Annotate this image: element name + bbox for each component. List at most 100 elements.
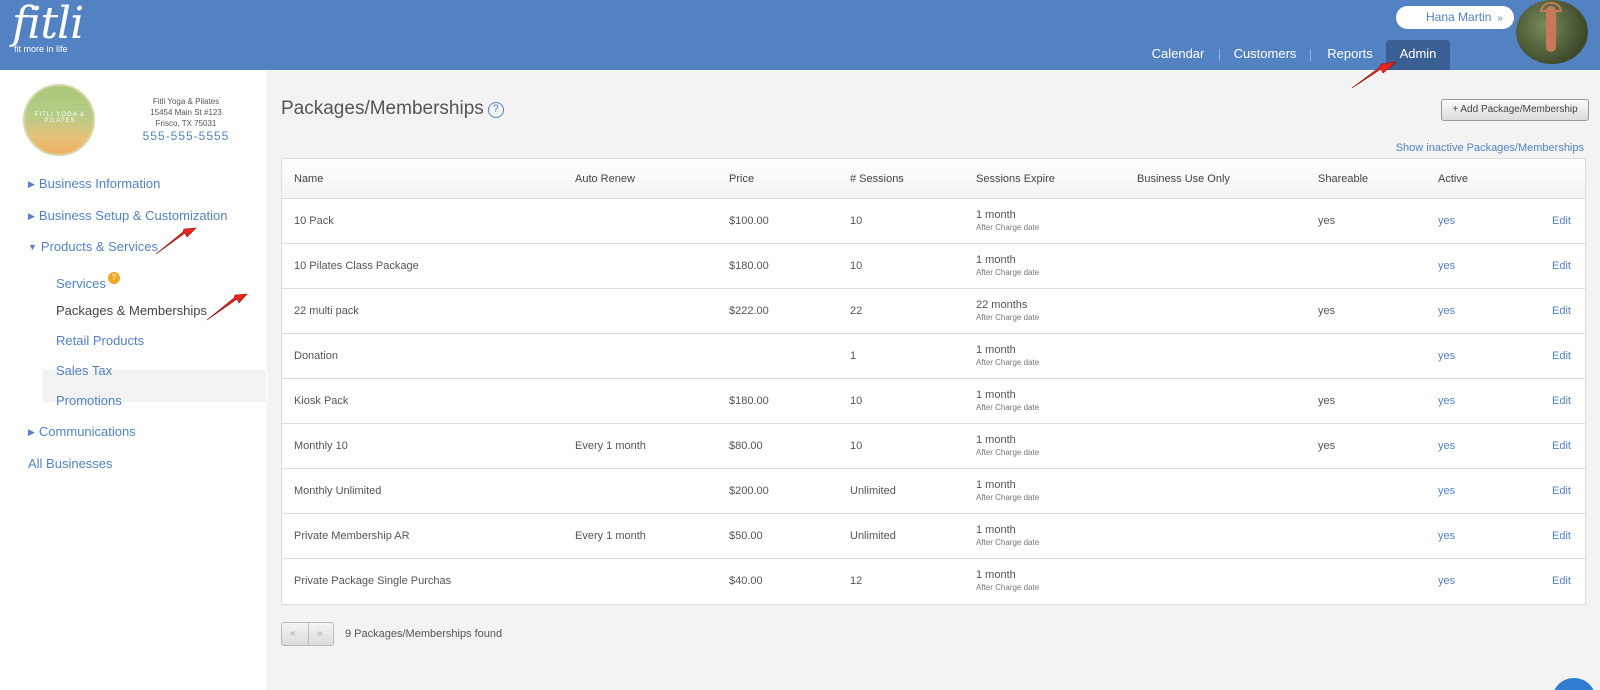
cell-auto-renew: Every 1 month — [575, 440, 646, 452]
add-package-membership-button[interactable]: + Add Package/Membership — [1441, 99, 1589, 121]
cell-active-toggle[interactable]: yes — [1438, 575, 1455, 587]
sidebar-item-all-businesses[interactable]: All Businesses — [28, 456, 113, 471]
pager-next-button[interactable]: » — [317, 628, 323, 639]
pager-prev-button[interactable]: « — [290, 628, 296, 639]
expire-basis: After Charge date — [976, 448, 1040, 457]
cell-active-toggle[interactable]: yes — [1438, 350, 1455, 362]
expire-basis: After Charge date — [976, 583, 1040, 592]
cell-sessions: 22 — [850, 305, 863, 317]
cell-sessions-expire: 1 month After Charge date — [976, 344, 1039, 367]
table-row: 10 Pilates Class Package $180.00 10 1 month… — [282, 244, 1585, 289]
avatar[interactable] — [1516, 0, 1588, 64]
top-bar: fitli fit more in life Hana Martin » Cale… — [0, 0, 1600, 70]
expire-basis: After Charge date — [976, 493, 1040, 502]
column-header-auto-renew[interactable]: Auto Renew — [575, 173, 635, 185]
caret-right-icon: ▶ — [28, 179, 35, 189]
expire-basis: After Charge date — [976, 268, 1040, 277]
pager-divider — [308, 623, 309, 645]
column-header-sessions[interactable]: # Sessions — [850, 173, 904, 185]
chat-widget-icon[interactable] — [1552, 678, 1596, 690]
cell-sessions: 1 — [850, 350, 857, 362]
cell-active-toggle[interactable]: yes — [1438, 260, 1455, 272]
cell-price: $40.00 — [729, 575, 763, 587]
expire-basis: After Charge date — [976, 403, 1040, 412]
cell-sessions-expire: 1 month After Charge date — [976, 389, 1039, 412]
user-name: Hana Martin — [1426, 10, 1492, 24]
cell-active-toggle[interactable]: yes — [1438, 485, 1455, 497]
cell-name: 22 multi pack — [294, 305, 359, 317]
sidebar-subitem-services[interactable]: Services? — [56, 272, 120, 291]
cell-price: $200.00 — [729, 485, 769, 497]
edit-link[interactable]: Edit — [1552, 575, 1571, 587]
table-row: Donation 1 1 month After Charge date yes Edit — [282, 334, 1585, 379]
cell-active-toggle[interactable]: yes — [1438, 215, 1455, 227]
nav-reports[interactable]: Reports — [1318, 40, 1382, 70]
edit-link[interactable]: Edit — [1552, 440, 1571, 452]
packages-table: Name Auto Renew Price # Sessions Session… — [281, 158, 1586, 605]
edit-link[interactable]: Edit — [1552, 530, 1571, 542]
edit-link[interactable]: Edit — [1552, 395, 1571, 407]
edit-link[interactable]: Edit — [1552, 305, 1571, 317]
sidebar-item-business-setup[interactable]: ▶ Business Setup & Customization — [28, 208, 228, 223]
cell-sessions: 10 — [850, 260, 863, 272]
table-body: 10 Pack $100.00 10 1 month After Charge date… — [282, 199, 1585, 604]
cell-active-toggle[interactable]: yes — [1438, 530, 1455, 542]
sidebar-item-business-information[interactable]: ▶ Business Information — [28, 176, 160, 191]
sidebar-subitem-sales-tax[interactable]: Sales Tax — [56, 363, 112, 378]
fitli-logo[interactable]: fitli fit more in life — [12, 2, 84, 55]
main-content: Packages/Memberships? + Add Package/Memb… — [267, 70, 1600, 690]
expire-duration: 1 month — [976, 569, 1016, 581]
table-row: 22 multi pack $222.00 22 22 months After Cha… — [282, 289, 1585, 334]
cell-name: Private Membership AR — [294, 530, 410, 542]
table-row: Monthly 10 Every 1 month $80.00 10 1 month Af… — [282, 424, 1585, 469]
sidebar-subitem-packages-memberships[interactable]: Packages & Memberships — [56, 303, 207, 318]
business-logo: FITLI YOGA & PILATES — [23, 84, 95, 156]
cell-sessions: 10 — [850, 440, 863, 452]
edit-link[interactable]: Edit — [1552, 215, 1571, 227]
business-address-1: 15454 Main St #123 — [150, 108, 222, 117]
nav-admin[interactable]: Admin — [1386, 40, 1450, 70]
sidebar-item-label: Business Information — [38, 176, 161, 191]
expire-duration: 1 month — [976, 524, 1016, 536]
nav-customers[interactable]: Customers — [1226, 40, 1304, 70]
edit-link[interactable]: Edit — [1552, 260, 1571, 272]
page-title: Packages/Memberships? — [281, 98, 504, 120]
sidebar-subitem-promotions[interactable]: Promotions — [56, 393, 122, 408]
edit-link[interactable]: Edit — [1552, 350, 1571, 362]
cell-shareable: yes — [1318, 440, 1336, 452]
column-header-price[interactable]: Price — [729, 173, 754, 185]
sidebar-subitem-retail-products[interactable]: Retail Products — [56, 333, 144, 348]
column-header-sessions-expire[interactable]: Sessions Expire — [976, 173, 1055, 185]
cell-sessions-expire: 1 month After Charge date — [976, 434, 1039, 457]
cell-active-toggle[interactable]: yes — [1438, 395, 1455, 407]
expire-basis: After Charge date — [976, 538, 1040, 547]
cell-price: $50.00 — [729, 530, 763, 542]
table-row: Kiosk Pack $180.00 10 1 month After Charge d… — [282, 379, 1585, 424]
pager: « » — [281, 622, 334, 646]
column-header-name[interactable]: Name — [294, 173, 323, 185]
expire-basis: After Charge date — [976, 358, 1040, 367]
sidebar-item-communications[interactable]: ▶ Communications — [28, 424, 136, 439]
expire-basis: After Charge date — [976, 223, 1040, 232]
column-header-active[interactable]: Active — [1438, 173, 1468, 185]
expire-basis: After Charge date — [976, 313, 1040, 322]
expire-duration: 1 month — [976, 434, 1016, 446]
cell-sessions: 10 — [850, 395, 863, 407]
business-logo-text: FITLI YOGA & PILATES — [34, 112, 86, 124]
help-badge-icon[interactable]: ? — [107, 272, 120, 284]
nav-calendar[interactable]: Calendar — [1143, 40, 1213, 70]
user-menu-button[interactable]: Hana Martin » — [1396, 6, 1514, 29]
column-header-business-use-only[interactable]: Business Use Only — [1137, 173, 1230, 185]
business-phone[interactable]: 555-555-5555 — [130, 130, 242, 142]
edit-link[interactable]: Edit — [1552, 485, 1571, 497]
sidebar-item-label: Products & Services — [40, 239, 158, 254]
show-inactive-link[interactable]: Show inactive Packages/Memberships — [1396, 142, 1584, 154]
column-header-shareable[interactable]: Shareable — [1318, 173, 1368, 185]
question-circle-icon[interactable]: ? — [487, 102, 504, 118]
sidebar-item-products-services[interactable]: ▼ Products & Services — [28, 239, 158, 254]
cell-active-toggle[interactable]: yes — [1438, 305, 1455, 317]
sidebar-item-label: Business Setup & Customization — [38, 208, 228, 223]
cell-sessions: 12 — [850, 575, 863, 587]
nav-divider — [1219, 49, 1220, 61]
cell-active-toggle[interactable]: yes — [1438, 440, 1455, 452]
